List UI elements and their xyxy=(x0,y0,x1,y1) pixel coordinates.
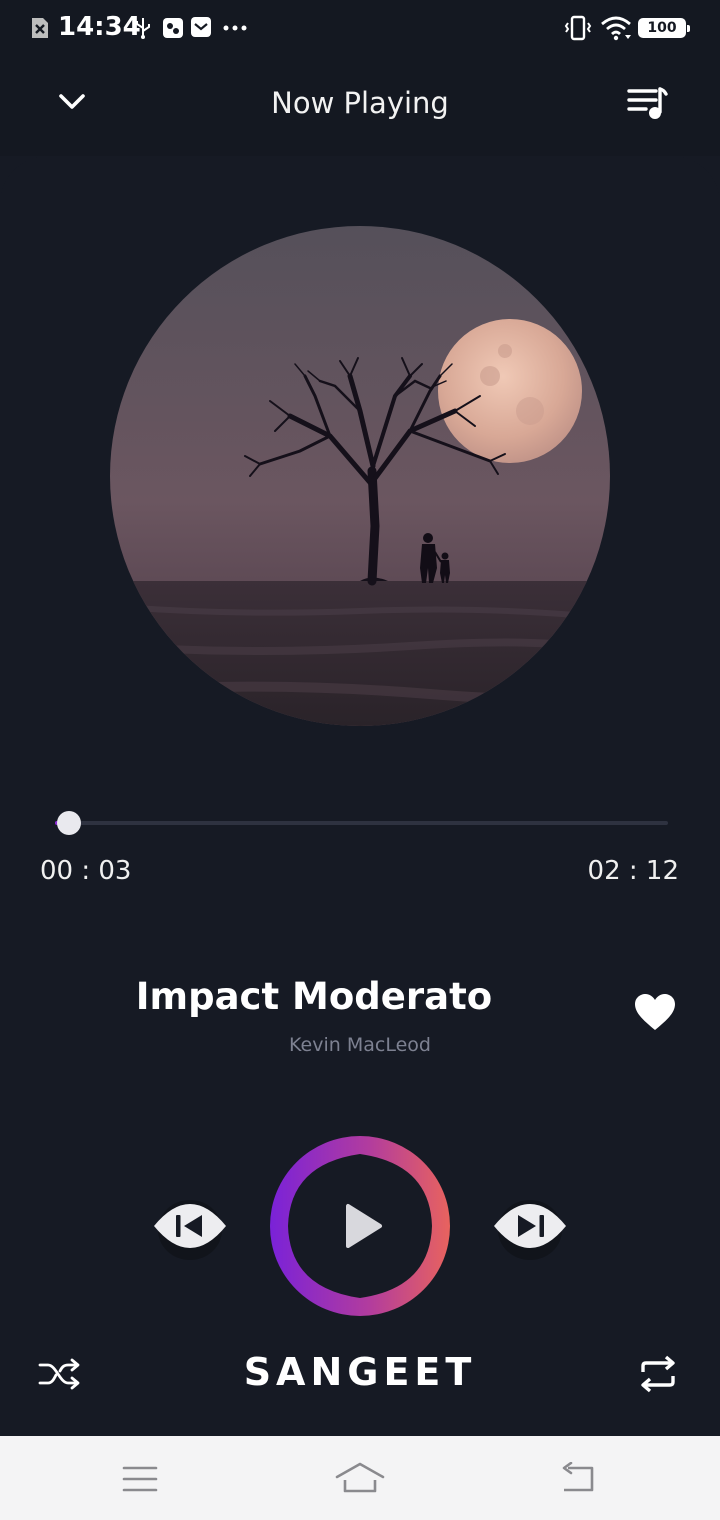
mail-icon xyxy=(191,17,211,37)
play-button[interactable] xyxy=(268,1134,452,1318)
album-art xyxy=(110,226,610,726)
sim-off-icon xyxy=(32,18,48,38)
seek-bar-thumb[interactable] xyxy=(57,811,82,835)
elapsed-time: 00 : 03 xyxy=(40,856,132,886)
status-time: 14:34 xyxy=(58,12,141,42)
song-artist: Kevin MacLeod xyxy=(289,1034,431,1056)
status-bar: 14:34 100 xyxy=(0,0,720,56)
brand-logo-text: SANGEET xyxy=(243,1350,477,1394)
song-title: Impact Moderato xyxy=(135,975,493,1018)
back-icon[interactable] xyxy=(558,1462,598,1494)
menu-icon[interactable] xyxy=(122,1464,158,1494)
repeat-icon[interactable] xyxy=(638,1354,678,1394)
playlist-icon[interactable] xyxy=(626,86,670,122)
previous-button[interactable] xyxy=(150,1186,230,1266)
system-nav-bar xyxy=(0,1436,720,1520)
usb-icon xyxy=(136,18,150,39)
app-header: Now Playing xyxy=(0,56,720,156)
page-title: Now Playing xyxy=(271,86,449,120)
home-icon[interactable] xyxy=(334,1460,386,1496)
total-duration: 02 : 12 xyxy=(587,856,679,886)
app-notification-icon xyxy=(163,18,183,38)
next-button[interactable] xyxy=(490,1186,570,1266)
seek-bar[interactable] xyxy=(55,811,668,835)
battery-icon: 100 xyxy=(638,18,690,38)
wifi-icon xyxy=(601,16,631,41)
vibrate-icon xyxy=(564,15,592,41)
favorite-heart-icon[interactable] xyxy=(633,992,677,1032)
more-dots-icon xyxy=(223,25,247,31)
